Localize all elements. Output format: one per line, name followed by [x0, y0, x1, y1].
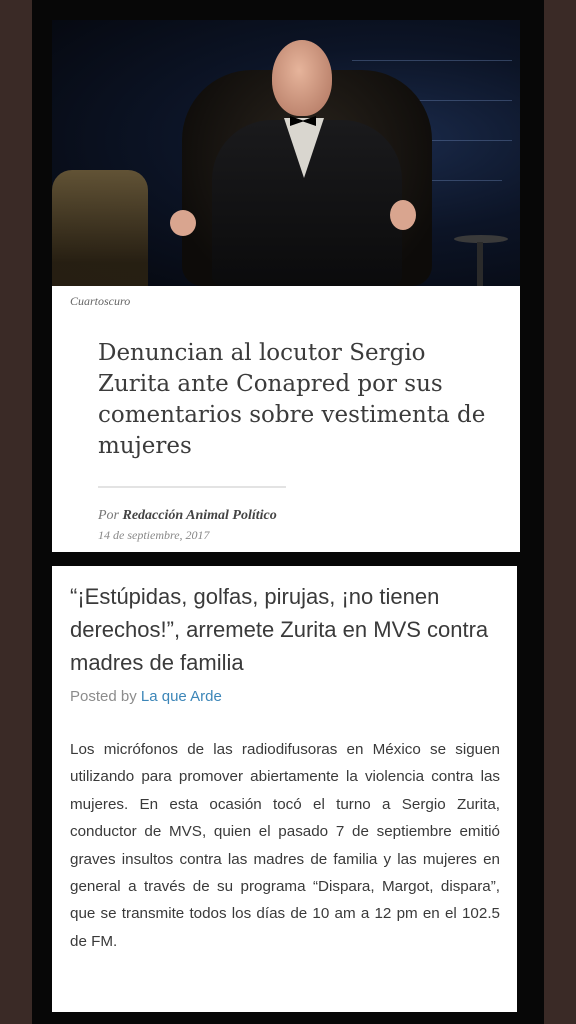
divider: [98, 486, 286, 488]
photo-credit: Cuartoscuro: [70, 294, 131, 308]
posted-by: Posted by La que Arde: [70, 688, 222, 705]
article-card-la-que-arde: “¡Estúpidas, golfas, pirujas, ¡no tienen…: [52, 566, 517, 1012]
publish-date: 14 de septiembre, 2017: [98, 528, 210, 542]
right-hand-shape: [390, 200, 416, 230]
article-hero-photo[interactable]: [52, 20, 520, 286]
posted-author-link[interactable]: La que Arde: [141, 688, 222, 705]
posted-prefix: Posted by: [70, 688, 141, 705]
person-head-shape: [272, 40, 332, 116]
article-body: Los micrófonos de las radiodifusoras en …: [70, 741, 500, 950]
byline-prefix: Por: [98, 508, 123, 523]
left-hand-shape: [170, 210, 196, 236]
lamp-shape: [52, 170, 148, 286]
article-title[interactable]: “¡Estúpidas, golfas, pirujas, ¡no tienen…: [70, 580, 510, 679]
author-name[interactable]: Redacción Animal Político: [123, 508, 277, 523]
article-headline[interactable]: Denuncian al locutor Sergio Zurita ante …: [98, 338, 498, 462]
article-card-animal-politico[interactable]: Cuartoscuro Denuncian al locutor Sergio …: [52, 20, 520, 552]
side-table-leg: [477, 242, 483, 286]
byline: Por Redacción Animal Político: [98, 508, 277, 524]
